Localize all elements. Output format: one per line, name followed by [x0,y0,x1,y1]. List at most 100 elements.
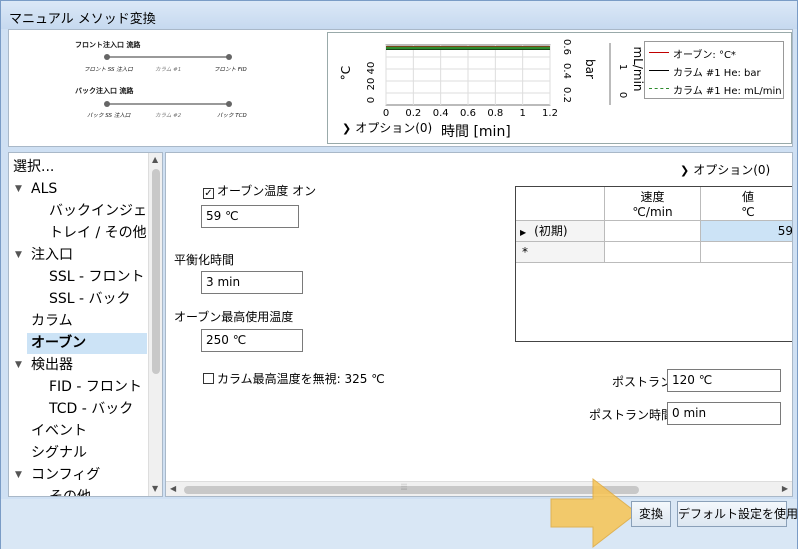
tree-item-tray[interactable]: トレイ / その他 [49,223,147,244]
scroll-left-icon[interactable]: ◀ [170,484,176,493]
new-row-icon: * [522,245,528,259]
expand-arrow-icon[interactable]: ▼ [15,184,22,194]
oven-options-toggle[interactable]: ❯ オプション(0) [680,161,770,178]
tree-item-signals[interactable]: シグナル [31,443,87,464]
max-temp-field[interactable]: 250 ℃ [201,329,303,352]
column-header-value[interactable]: 値 ℃ [701,187,792,221]
y-left-tick-label: 0 [366,97,377,103]
chevron-down-icon: ❯ [680,164,690,177]
tree-item-columns[interactable]: カラム [31,311,73,332]
y-mid-tick-label: 0.2 [561,87,572,103]
back-detector-label: バック TCD [217,113,247,119]
chart-options-toggle[interactable]: ❯ オプション(0) [342,119,432,136]
oven-ramp-table: 速度 ℃/min 値 ℃ ▶ (初期) 59 * [515,186,792,342]
oven-settings-panel: ❯ オプション(0) ✓ オーブン温度 オン 59 ℃ 平衡化時間 3 min オー… [165,152,793,497]
convert-button[interactable]: 変換 [631,501,671,527]
tree-item-config[interactable]: コンフィグ [31,465,100,486]
x-tick-label: 1 [519,108,525,119]
scroll-right-icon[interactable]: ▶ [782,484,788,493]
chart-x-axis-label: 時間 [min] [441,124,511,140]
legend-label-pressure: カラム #1 He: bar [673,68,761,79]
equil-time-field[interactable]: 3 min [201,271,303,294]
front-inlet-dot [104,54,110,60]
front-flow-title: フロント注入口 流路 [75,41,141,49]
chart-options-label: オプション(0) [355,121,433,135]
tree-item-detectors[interactable]: 検出器 [31,355,73,376]
x-tick-label: 0 [383,108,389,119]
equil-time-label: 平衡化時間 [174,253,235,267]
tree-item-ssl-front[interactable]: SSL - フロント [49,267,145,288]
tree-scroll-thumb[interactable] [152,169,160,374]
table-row-header-new[interactable]: * [516,242,605,263]
method-profile-chart: 0 0.2 0.4 0.6 0.8 1 1.2 0 20 40 °C 0.2 0.4 0.6 bar 0 1 mL… [327,32,792,144]
tree-scrollbar[interactable]: ▲ ▼ [148,153,162,496]
tree-item-back-injector[interactable]: バックインジェクタ [49,201,162,222]
table-corner [516,187,605,221]
highlight-arrow-icon [550,477,638,549]
expand-arrow-icon[interactable]: ▼ [15,250,22,260]
row-pointer-icon: ▶ [520,228,527,237]
x-tick-label: 1.2 [542,108,558,119]
tree-item-als[interactable]: ALS [31,179,57,200]
window-title: マニュアル メソッド変換 [9,12,156,27]
back-flow-title: バック注入口 流路 [75,87,134,95]
y-left-axis-label: °C [339,66,353,80]
oven-temp-field[interactable]: 59 ℃ [201,205,299,228]
checkbox-checked-icon[interactable]: ✓ [203,188,214,199]
tree-item-inlets[interactable]: 注入口 [31,245,73,266]
back-flow-line [107,103,229,105]
table-row-header-initial[interactable]: ▶ (初期) [516,221,605,242]
dialog-window: マニュアル メソッド変換 フロント注入口 流路 フロント SS 注入口 カラム … [0,0,798,549]
y-left-tick-label: 20 [366,78,377,91]
x-tick-label: 0.8 [487,108,503,119]
column-header-rate[interactable]: 速度 ℃/min [605,187,701,221]
x-tick-label: 0.6 [460,108,476,119]
back-inlet-label: バック SS 注入口 [87,113,131,119]
back-inlet-dot [104,101,110,107]
tree-item-tcd-back[interactable]: TCD - バック [49,399,133,420]
legend-label-oven: オーブン: °C* [673,50,736,61]
chart-legend: オーブン: °C* カラム #1 He: bar カラム #1 He: mL/m… [644,41,784,99]
scroll-up-icon[interactable]: ▲ [152,155,158,164]
scroll-down-icon[interactable]: ▼ [152,484,158,493]
front-inlet-label: フロント SS 注入口 [84,67,133,73]
y-right-tick-label: 1 [617,64,628,70]
horizontal-scrollbar[interactable]: ◀ ⦙⦙⦙ ▶ [166,481,792,496]
back-detector-dot [226,101,232,107]
y-mid-tick-label: 0.4 [561,63,572,79]
front-detector-label: フロント FID [214,67,247,73]
oven-temp-checkbox[interactable]: ✓ オーブン温度 オン [203,182,316,199]
post-run-field[interactable]: 120 ℃ [667,369,781,392]
cell-rate-new[interactable] [605,242,701,263]
front-detector-dot [226,54,232,60]
tree-header: 選択... [13,159,55,175]
section-tree: 選択... ▼ ALS バックインジェクタ トレイ / その他 ▼ 注入口 SS… [8,152,163,497]
column-header-rate-text: 速度 ℃/min [632,190,673,219]
y-mid-axis-label: bar [583,59,597,79]
tree-item-fid-front[interactable]: FID - フロント [49,377,142,398]
tree-item-events[interactable]: イベント [31,421,87,442]
checkbox-unchecked-icon[interactable] [203,373,214,384]
oven-temp-check-label: オーブン温度 オン [217,184,317,198]
column-header-value-text: 値 ℃ [741,190,755,219]
tree-item-oven[interactable]: オーブン [27,333,147,354]
use-defaults-button[interactable]: デフォルト設定を使用 [677,501,798,527]
cell-value-initial[interactable]: 59 [701,221,792,242]
expand-arrow-icon[interactable]: ▼ [15,360,22,370]
y-right-tick-label: 0 [617,92,628,98]
title-bar: マニュアル メソッド変換 [1,1,797,29]
post-run-time-label: ポストラン時間: [589,408,678,422]
tree-item-ssl-back[interactable]: SSL - バック [49,289,131,310]
x-tick-label: 0.4 [433,108,449,119]
expand-arrow-icon[interactable]: ▼ [15,470,22,480]
legend-swatch-flow [649,88,669,89]
post-run-time-field[interactable]: 0 min [667,402,781,425]
cell-value-new[interactable] [701,242,792,263]
back-column-label: カラム #2 [155,113,182,119]
ignore-max-temp-checkbox[interactable]: カラム最高温度を無視: 325 ℃ [203,370,385,387]
row-label-initial: (初期) [534,224,568,238]
legend-swatch-pressure [649,70,669,71]
tree-item-misc[interactable]: その他 [49,487,91,496]
cell-rate-initial[interactable] [605,221,701,242]
legend-swatch-oven [649,52,669,53]
